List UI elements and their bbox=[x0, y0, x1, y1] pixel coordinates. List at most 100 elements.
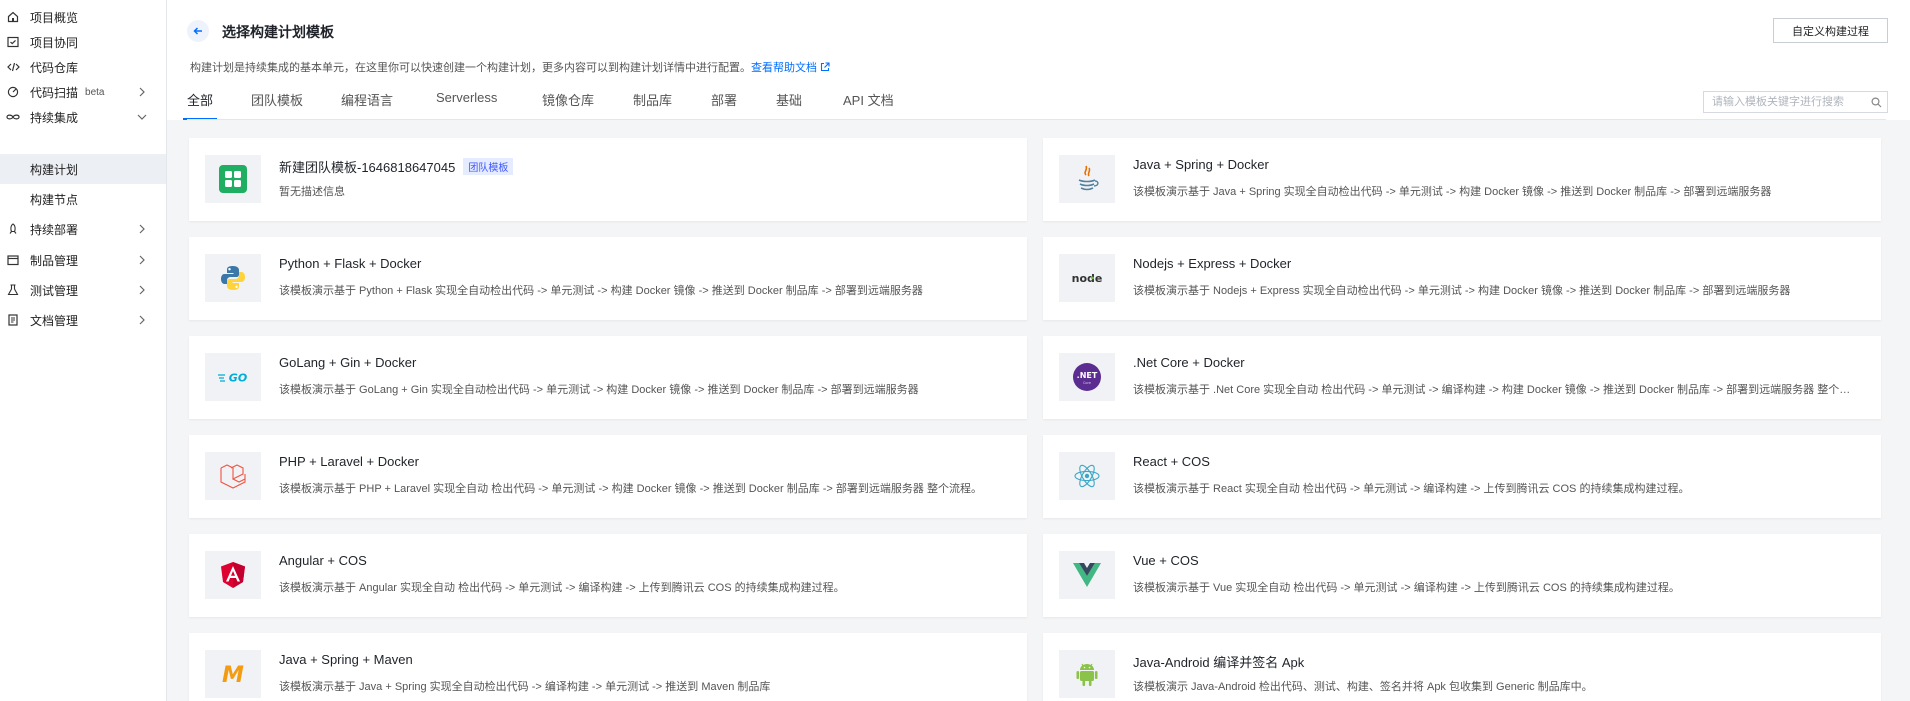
template-card[interactable]: node Nodejs + Express + Docker 该模板演示基于 N… bbox=[1043, 237, 1881, 320]
flask-icon bbox=[6, 283, 20, 297]
tab-deploy[interactable]: 部署 bbox=[711, 90, 737, 120]
tab-all[interactable]: 全部 bbox=[182, 90, 218, 120]
chevron-down-icon bbox=[137, 114, 147, 120]
template-description: 暂无描述信息 bbox=[279, 186, 345, 198]
home-icon bbox=[6, 10, 20, 24]
angular-icon bbox=[205, 551, 261, 599]
template-card[interactable]: React + COS 该模板演示基于 React 实现全自动 检出代码 -> … bbox=[1043, 435, 1881, 518]
node-icon: node bbox=[1059, 254, 1115, 302]
golang-icon: GO bbox=[205, 353, 261, 401]
sidebar-item-label: 项目概览 bbox=[30, 10, 79, 25]
main-content: 选择构建计划模板 自定义构建过程 构建计划是持续集成的基本单元，在这里你可以快速… bbox=[167, 0, 1910, 701]
chevron-right-icon bbox=[139, 315, 145, 325]
sidebar-item-build-node[interactable]: 构建节点 bbox=[0, 184, 166, 214]
sidebar-item-cd[interactable]: 持续部署 bbox=[0, 214, 166, 244]
template-name: React + COS bbox=[1133, 454, 1210, 469]
template-name: Angular + COS bbox=[279, 553, 367, 568]
chevron-right-icon bbox=[139, 255, 145, 265]
template-card[interactable]: Java-Android 编译并签名 Apk 该模板演示 Java-Androi… bbox=[1043, 633, 1881, 701]
template-description: 该模板演示基于 GoLang + Gin 实现全自动检出代码 -> 单元测试 -… bbox=[279, 384, 919, 396]
infinity-icon bbox=[6, 110, 20, 124]
template-card[interactable]: PHP + Laravel + Docker 该模板演示基于 PHP + Lar… bbox=[189, 435, 1027, 518]
dotnet-icon: .NET Core bbox=[1059, 353, 1115, 401]
python-icon bbox=[205, 254, 261, 302]
android-icon bbox=[1059, 650, 1115, 698]
template-card[interactable]: 新建团队模板-1646818647045 团队模板 暂无描述信息 bbox=[189, 138, 1027, 221]
tab-divider bbox=[187, 119, 1886, 120]
sidebar-item-label: 文档管理 bbox=[30, 313, 79, 328]
tab-image-registry[interactable]: 镜像仓库 bbox=[542, 90, 594, 120]
external-link-icon bbox=[820, 62, 830, 72]
svg-text:GO: GO bbox=[229, 372, 247, 385]
template-name: Vue + COS bbox=[1133, 553, 1199, 568]
tab-team-template[interactable]: 团队模板 bbox=[251, 90, 303, 120]
template-card[interactable]: Vue + COS 该模板演示基于 Vue 实现全自动 检出代码 -> 单元测试… bbox=[1043, 534, 1881, 617]
sidebar-item-docs[interactable]: 文档管理 bbox=[0, 305, 166, 335]
template-name: Python + Flask + Docker bbox=[279, 256, 422, 271]
sidebar-item-label: 代码扫描 bbox=[30, 85, 79, 100]
template-card[interactable]: Java + Spring + Docker 该模板演示基于 Java + Sp… bbox=[1043, 138, 1881, 221]
svg-text:Core: Core bbox=[1083, 381, 1091, 385]
tab-api-docs[interactable]: API 文档 bbox=[843, 90, 894, 120]
sidebar-item-build-plan[interactable]: 构建计划 bbox=[0, 154, 166, 184]
template-description: 该模板演示基于 Java + Spring 实现全自动检出代码 -> 单元测试 … bbox=[1133, 186, 1772, 198]
search-icon[interactable] bbox=[1865, 96, 1887, 108]
search-input[interactable] bbox=[1704, 92, 1865, 112]
sidebar: 项目概览 项目协同 代码仓库 代码扫描 beta 持续集成 构建计划 构建节点 … bbox=[0, 0, 167, 701]
help-doc-link[interactable]: 查看帮助文档 bbox=[751, 62, 830, 74]
sidebar-item-label: 持续部署 bbox=[30, 222, 79, 237]
template-search bbox=[1703, 91, 1888, 113]
java-icon bbox=[1059, 155, 1115, 203]
page-description: 构建计划是持续集成的基本单元，在这里你可以快速创建一个构建计划，更多内容可以到构… bbox=[190, 59, 830, 75]
scan-icon bbox=[6, 85, 20, 99]
template-name: Java + Spring + Docker bbox=[1133, 157, 1269, 172]
back-button[interactable] bbox=[187, 20, 209, 42]
arrow-left-icon bbox=[193, 27, 202, 35]
template-description: 该模板演示基于 PHP + Laravel 实现全自动 检出代码 -> 单元测试… bbox=[279, 483, 982, 495]
sidebar-item-label: 制品管理 bbox=[30, 253, 79, 268]
box-icon bbox=[6, 253, 20, 267]
template-name-text: 新建团队模板-1646818647045 bbox=[279, 160, 456, 175]
sidebar-item-artifacts[interactable]: 制品管理 bbox=[0, 245, 166, 275]
tab-basic[interactable]: 基础 bbox=[776, 90, 802, 120]
template-description: 该模板演示基于 Java + Spring 实现全自动检出代码 -> 编译构建 … bbox=[279, 681, 771, 693]
laravel-icon bbox=[205, 452, 261, 500]
vue-icon bbox=[1059, 551, 1115, 599]
team-template-icon bbox=[205, 155, 261, 203]
board-icon bbox=[6, 35, 20, 49]
maven-icon: M bbox=[205, 650, 261, 698]
template-card[interactable]: Python + Flask + Docker 该模板演示基于 Python +… bbox=[189, 237, 1027, 320]
template-description: 该模板演示基于 Nodejs + Express 实现全自动检出代码 -> 单元… bbox=[1133, 285, 1791, 297]
sidebar-item-label: 构建节点 bbox=[30, 192, 79, 207]
template-description: 该模板演示基于 React 实现全自动 检出代码 -> 单元测试 -> 编译构建… bbox=[1133, 483, 1690, 495]
tab-serverless[interactable]: Serverless bbox=[436, 90, 497, 120]
tab-language[interactable]: 编程语言 bbox=[341, 90, 393, 120]
chevron-right-icon bbox=[139, 285, 145, 295]
page-header: 选择构建计划模板 自定义构建过程 构建计划是持续集成的基本单元，在这里你可以快速… bbox=[167, 0, 1910, 120]
code-icon bbox=[6, 60, 20, 74]
template-card[interactable]: Angular + COS 该模板演示基于 Angular 实现全自动 检出代码… bbox=[189, 534, 1027, 617]
template-description: 该模板演示基于 Vue 实现全自动 检出代码 -> 单元测试 -> 编译构建 -… bbox=[1133, 582, 1680, 594]
template-name: PHP + Laravel + Docker bbox=[279, 454, 419, 469]
template-card[interactable]: GO GoLang + Gin + Docker 该模板演示基于 GoLang … bbox=[189, 336, 1027, 419]
template-name: 新建团队模板-1646818647045 团队模板 bbox=[279, 157, 514, 176]
sidebar-item-testing[interactable]: 测试管理 bbox=[0, 275, 166, 305]
template-description: 该模板演示基于 Python + Flask 实现全自动检出代码 -> 单元测试… bbox=[279, 285, 923, 297]
template-description: 该模板演示 Java-Android 检出代码、测试、构建、签名并将 Apk 包… bbox=[1133, 681, 1593, 693]
template-name: .Net Core + Docker bbox=[1133, 355, 1245, 370]
chevron-right-icon bbox=[139, 224, 145, 234]
sidebar-item-label: 测试管理 bbox=[30, 283, 79, 298]
sidebar-item-label: 构建计划 bbox=[30, 162, 79, 177]
sidebar-item-ci[interactable]: 持续集成 bbox=[0, 102, 166, 132]
custom-build-button[interactable]: 自定义构建过程 bbox=[1773, 18, 1888, 43]
doc-icon bbox=[6, 313, 20, 327]
svg-text:.NET: .NET bbox=[1077, 371, 1098, 380]
sidebar-item-label: 持续集成 bbox=[30, 110, 79, 125]
tab-artifact-repo[interactable]: 制品库 bbox=[633, 90, 672, 120]
page-title: 选择构建计划模板 bbox=[222, 24, 334, 40]
template-name: Java + Spring + Maven bbox=[279, 652, 413, 667]
template-name: Nodejs + Express + Docker bbox=[1133, 256, 1292, 271]
help-doc-link-label: 查看帮助文档 bbox=[751, 62, 817, 74]
template-card[interactable]: M Java + Spring + Maven 该模板演示基于 Java + S… bbox=[189, 633, 1027, 701]
template-card[interactable]: .NET Core .Net Core + Docker 该模板演示基于 .Net… bbox=[1043, 336, 1881, 419]
